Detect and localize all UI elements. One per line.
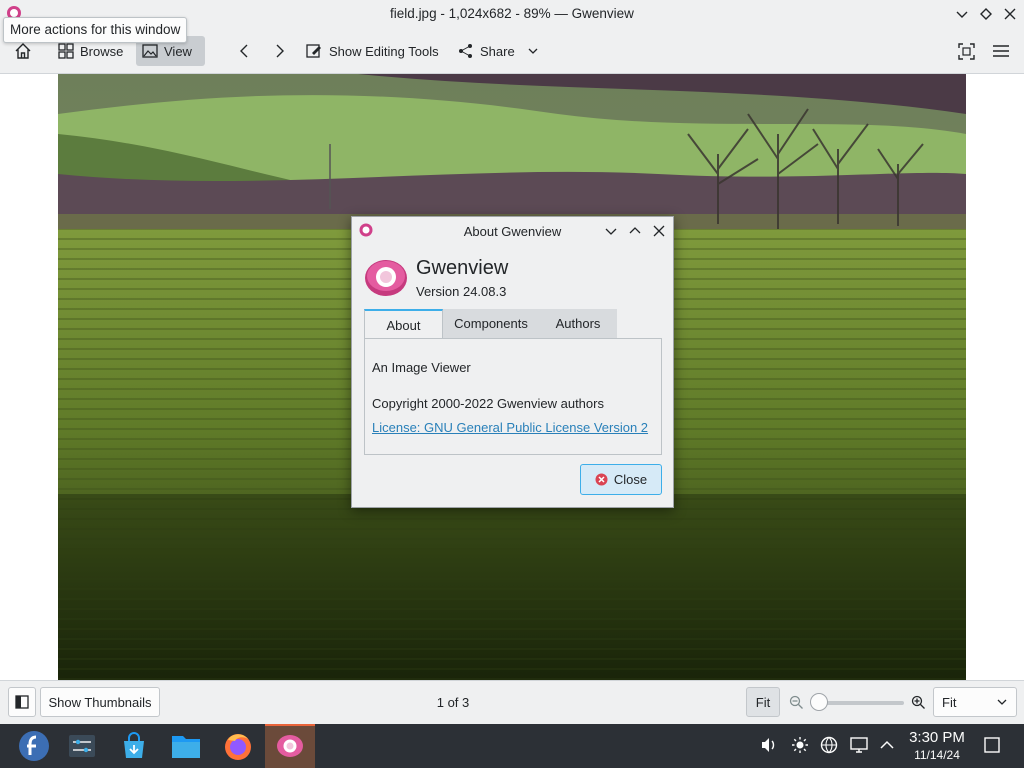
display-icon[interactable] bbox=[848, 734, 870, 756]
fullscreen-button[interactable] bbox=[952, 36, 981, 66]
fit-button[interactable]: Fit bbox=[746, 687, 780, 717]
zoom-out-icon[interactable] bbox=[789, 695, 804, 713]
show-desktop-icon[interactable] bbox=[981, 734, 1003, 756]
page-counter: 1 of 3 bbox=[436, 695, 470, 710]
clock-time[interactable]: 3:30 PM bbox=[898, 729, 976, 746]
maximize-icon[interactable] bbox=[976, 4, 996, 24]
toggle-sidebar-button[interactable] bbox=[8, 687, 36, 717]
close-button[interactable]: Close bbox=[580, 464, 662, 495]
brightness-icon[interactable] bbox=[789, 734, 811, 756]
dialog-title: About Gwenview bbox=[463, 224, 562, 239]
show-thumbnails-button[interactable]: Show Thumbnails bbox=[40, 687, 160, 717]
show-editing-tools-button[interactable]: Show Editing Tools bbox=[300, 36, 445, 66]
edit-image-icon bbox=[306, 43, 321, 58]
about-tab-panel: An Image Viewer Copyright 2000-2022 Gwen… bbox=[364, 338, 662, 455]
dialog-maximize-icon[interactable] bbox=[626, 222, 644, 240]
volume-icon[interactable] bbox=[758, 734, 780, 756]
image-icon bbox=[142, 44, 158, 58]
app-description: An Image Viewer bbox=[372, 360, 471, 375]
fullscreen-icon bbox=[958, 42, 975, 60]
zoom-select[interactable]: Fit bbox=[933, 687, 1017, 717]
fedora-icon[interactable] bbox=[14, 726, 54, 766]
share-label: Share bbox=[480, 43, 515, 59]
license-link[interactable]: License: GNU General Public License Vers… bbox=[372, 420, 648, 435]
about-dialog: About Gwenview Gwenview Version 24.08.3 … bbox=[351, 216, 674, 508]
app-version: Version 24.08.3 bbox=[416, 284, 507, 299]
chevron-down-icon bbox=[997, 699, 1007, 705]
dialog-titlebar[interactable]: About Gwenview bbox=[352, 217, 673, 245]
next-button[interactable] bbox=[266, 36, 292, 66]
hamburger-menu-icon bbox=[993, 45, 1009, 57]
tab-components[interactable]: Components bbox=[443, 309, 539, 339]
app-name: Gwenview bbox=[416, 257, 509, 279]
zoom-select-value: Fit bbox=[942, 694, 957, 710]
tooltip: More actions for this window bbox=[3, 17, 188, 43]
network-icon[interactable] bbox=[818, 734, 840, 756]
zoom-in-icon[interactable] bbox=[911, 695, 926, 713]
taskbar: 3:30 PM 11/14/24 bbox=[0, 724, 1024, 768]
close-window-icon[interactable] bbox=[1000, 4, 1020, 24]
firefox-icon[interactable] bbox=[218, 726, 258, 766]
share-icon bbox=[459, 44, 472, 58]
copyright-text: Copyright 2000-2022 Gwenview authors bbox=[372, 396, 604, 411]
sidebar-icon bbox=[15, 695, 29, 709]
home-icon bbox=[15, 43, 31, 59]
tab-about[interactable]: About bbox=[364, 309, 443, 339]
dolphin-files-icon[interactable] bbox=[166, 726, 206, 766]
clock-date[interactable]: 11/14/24 bbox=[898, 748, 976, 762]
chevron-left-icon bbox=[240, 44, 248, 58]
share-button[interactable]: Share bbox=[452, 36, 545, 66]
gwenview-icon[interactable] bbox=[270, 726, 310, 766]
chevron-down-icon bbox=[528, 48, 538, 54]
previous-button[interactable] bbox=[232, 36, 258, 66]
dialog-close-icon[interactable] bbox=[650, 222, 668, 240]
hamburger-menu-button[interactable] bbox=[986, 36, 1016, 66]
discover-store-icon[interactable] bbox=[114, 726, 154, 766]
grid-icon bbox=[58, 43, 74, 59]
minimize-icon[interactable] bbox=[952, 4, 972, 24]
tab-authors[interactable]: Authors bbox=[539, 309, 617, 339]
system-settings-icon[interactable] bbox=[62, 726, 102, 766]
close-label: Close bbox=[613, 472, 648, 487]
close-circle-icon bbox=[595, 473, 608, 486]
chevron-right-icon bbox=[276, 44, 284, 58]
gwenview-logo bbox=[364, 257, 408, 297]
zoom-slider-handle[interactable] bbox=[810, 693, 828, 711]
view-label: View bbox=[164, 43, 192, 59]
status-bar: Show Thumbnails 1 of 3 Fit Fit bbox=[0, 680, 1024, 725]
browse-label: Browse bbox=[80, 43, 124, 59]
show-editing-tools-label: Show Editing Tools bbox=[329, 43, 439, 59]
tray-expand-icon[interactable] bbox=[876, 734, 898, 756]
dialog-minimize-icon[interactable] bbox=[602, 222, 620, 240]
